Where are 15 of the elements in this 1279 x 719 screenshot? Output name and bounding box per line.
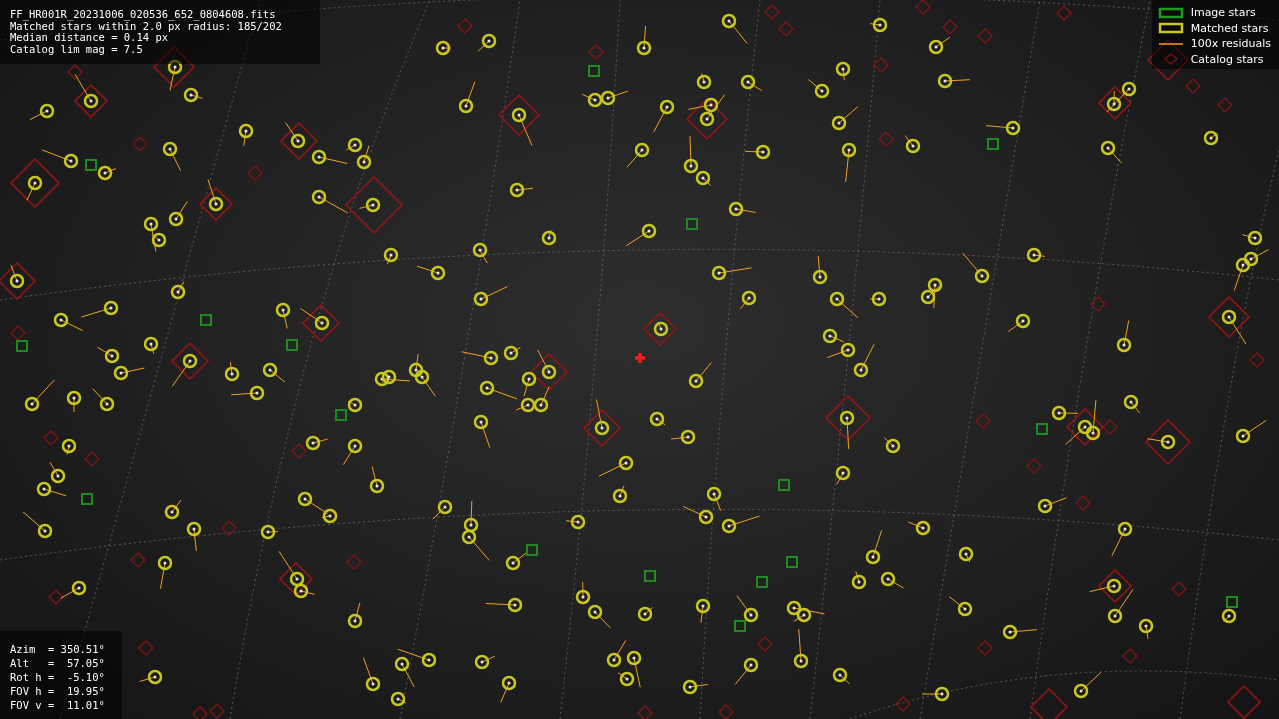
legend-label: Image stars: [1190, 6, 1256, 20]
legend-label: Catalog stars: [1190, 52, 1264, 66]
pointing-text: FOV v = 11.01°: [10, 698, 106, 712]
pointing-text: FOV h = 19.95°: [10, 684, 106, 698]
rectangle-swatch-icon: [1157, 22, 1184, 35]
info-text: FF_HR001R_20231006_020536_652_0804608.fits: [10, 9, 277, 21]
legend-label: 100x residuals: [1190, 37, 1271, 51]
pointing-text: Alt = 57.05°: [10, 656, 106, 670]
info-text: Catalog lim mag = 7.5: [10, 43, 144, 55]
pointing-text: Azim = 350.51°: [10, 642, 106, 656]
info-text: Median distance = 0.14 px: [10, 32, 169, 44]
legend-label: Matched stars: [1190, 21, 1269, 35]
pointing-text: Rot h = -5.10°: [10, 670, 106, 684]
rectangle-swatch-icon: [1157, 6, 1184, 19]
info-text: Matched stars within 2.0 px radius: 185/202: [10, 20, 283, 32]
